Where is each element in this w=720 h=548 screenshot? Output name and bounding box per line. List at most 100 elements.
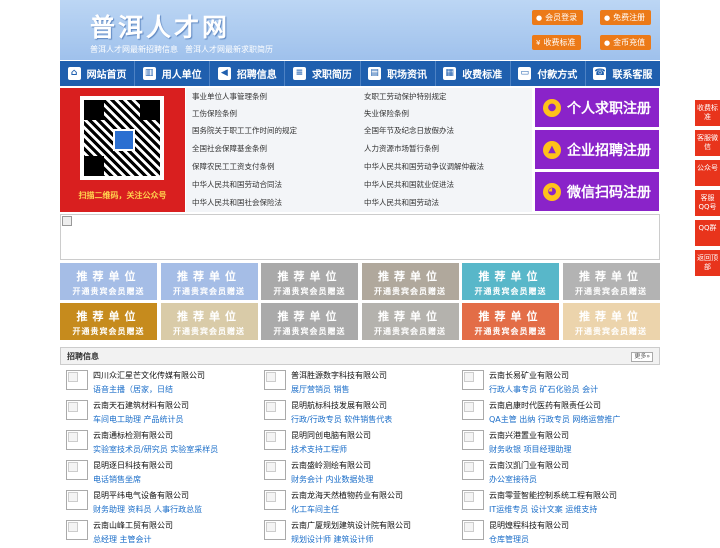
company-logo-image[interactable] bbox=[462, 400, 484, 420]
nav-fees[interactable]: ▦ 收费标准 bbox=[436, 61, 511, 86]
company-logo-image[interactable] bbox=[264, 460, 286, 480]
company-name-link[interactable]: 云南广厦规划建筑设计院有限公司 bbox=[291, 520, 411, 531]
nav-news[interactable]: ▤ 职场资讯 bbox=[361, 61, 436, 86]
company-name-link[interactable]: 昆明航标科技发展有限公司 bbox=[291, 400, 387, 411]
recommended-unit-slot[interactable]: 推荐单位 开通贵宾会员赠送 bbox=[261, 303, 358, 340]
company-logo-image[interactable] bbox=[462, 430, 484, 450]
company-logo-image[interactable] bbox=[462, 520, 484, 540]
job-positions-link[interactable]: 技术支持工程师 bbox=[291, 444, 347, 455]
company-logo-image[interactable] bbox=[66, 430, 88, 450]
job-positions-link[interactable]: 车间电工助理 产品统计员 bbox=[93, 414, 184, 425]
recommended-unit-slot[interactable]: 推荐单位 开通贵宾会员赠送 bbox=[361, 263, 459, 300]
company-name-link[interactable]: 昆明逐日科技有限公司 bbox=[93, 460, 173, 471]
recommended-unit-slot[interactable]: 推荐单位 开通贵宾会员赠送 bbox=[462, 303, 559, 340]
company-name-link[interactable]: 昆明同创电脑有限公司 bbox=[291, 430, 371, 441]
policy-link[interactable]: 中华人民共和国劳动合同法 bbox=[192, 176, 282, 194]
job-positions-link[interactable]: 行政/行政专员 软件销售代表 bbox=[291, 414, 392, 425]
company-name-link[interactable]: 云南龙海天然植物药业有限公司 bbox=[291, 490, 403, 501]
recommended-unit-slot[interactable]: 推荐单位 开通贵宾会员赠送 bbox=[462, 263, 559, 300]
policy-link[interactable]: 全国社会保障基金条例 bbox=[192, 140, 267, 158]
company-logo-image[interactable] bbox=[264, 430, 286, 450]
sidebar-official-account-button[interactable]: 公众号 bbox=[695, 160, 720, 186]
policy-link[interactable]: 中华人民共和国劳动法 bbox=[364, 194, 439, 212]
policy-link[interactable]: 保障农民工工资支付条例 bbox=[192, 158, 275, 176]
job-positions-link[interactable]: IT运维专员 设计文案 运维支持 bbox=[489, 504, 597, 515]
company-logo-image[interactable] bbox=[264, 400, 286, 420]
company-logo-image[interactable] bbox=[264, 490, 286, 510]
nav-contact[interactable]: ☎ 联系客服 bbox=[586, 61, 660, 86]
company-logo-image[interactable] bbox=[462, 370, 484, 390]
coin-recharge-button[interactable]: ● 金币充值 bbox=[600, 35, 652, 50]
more-jobs-button[interactable]: 更多» bbox=[631, 352, 653, 362]
recommended-unit-slot[interactable]: 推荐单位 开通贵宾会员赠送 bbox=[361, 303, 459, 340]
job-positions-link[interactable]: 实验室技术员/研究员 实验室采样员 bbox=[93, 444, 218, 455]
nav-payment[interactable]: ▭ 付款方式 bbox=[511, 61, 586, 86]
sidebar-fees-button[interactable]: 收费标准 bbox=[695, 100, 720, 126]
company-logo-image[interactable] bbox=[462, 460, 484, 480]
register-button[interactable]: ● 免费注册 bbox=[600, 10, 652, 25]
company-name-link[interactable]: 昆明平纬电气设备有限公司 bbox=[93, 490, 189, 501]
login-button[interactable]: ● 会员登录 bbox=[532, 10, 584, 25]
job-positions-link[interactable]: QA主管 出纳 行政专员 网络运营推广 bbox=[489, 414, 620, 425]
nav-resumes[interactable]: ≡ 求职简历 bbox=[285, 61, 361, 86]
policy-link[interactable]: 女职工劳动保护特别规定 bbox=[364, 88, 447, 106]
company-logo-image[interactable] bbox=[66, 490, 88, 510]
recommended-unit-slot[interactable]: 推荐单位 开通贵宾会员赠送 bbox=[60, 263, 157, 300]
policy-link[interactable]: 中华人民共和国社会保险法 bbox=[192, 194, 282, 212]
company-name-link[interactable]: 云南山峰工贸有限公司 bbox=[93, 520, 173, 531]
job-positions-link[interactable]: 电话销售坐席 bbox=[93, 474, 141, 485]
job-positions-link[interactable]: 语音主播（居家，日结 bbox=[93, 384, 173, 395]
recommended-unit-slot[interactable]: 推荐单位 开通贵宾会员赠送 bbox=[160, 263, 258, 300]
company-name-link[interactable]: 云南天石建筑材料有限公司 bbox=[93, 400, 189, 411]
policy-link[interactable]: 国务院关于职工工作时间的规定 bbox=[192, 122, 297, 140]
recommended-unit-slot[interactable]: 推荐单位 开通贵宾会员赠送 bbox=[261, 263, 358, 300]
job-positions-link[interactable]: 财务收银 项目经理助理 bbox=[489, 444, 572, 455]
policy-link[interactable]: 失业保险条例 bbox=[364, 105, 409, 123]
job-positions-link[interactable]: 展厅营销员 销售 bbox=[291, 384, 350, 395]
policy-link[interactable]: 人力资源市场暂行条例 bbox=[364, 140, 439, 158]
company-register-button[interactable]: ▲ 企业招聘注册 bbox=[535, 130, 659, 169]
recommended-unit-slot[interactable]: 推荐单位 开通贵宾会员赠送 bbox=[160, 303, 258, 340]
job-positions-link[interactable]: 化工车间主任 bbox=[291, 504, 339, 515]
recommended-unit-slot[interactable]: 推荐单位 开通贵宾会员赠送 bbox=[562, 303, 660, 340]
subtitle-link-resumes[interactable]: 普洱人才网最新求职简历 bbox=[185, 45, 273, 54]
policy-link[interactable]: 工伤保险条例 bbox=[192, 105, 237, 123]
job-positions-link[interactable]: 财务会计 内业数据处理 bbox=[291, 474, 374, 485]
subtitle-link-jobs[interactable]: 普洱人才网最新招聘信息 bbox=[90, 45, 178, 54]
company-name-link[interactable]: 云南盛岭测绘有限公司 bbox=[291, 460, 371, 471]
company-logo-image[interactable] bbox=[462, 490, 484, 510]
banner-image[interactable] bbox=[60, 214, 660, 260]
wechat-register-button[interactable]: ◕ 微信扫码注册 bbox=[535, 172, 659, 211]
personal-register-button[interactable]: ● 个人求职注册 bbox=[535, 88, 659, 127]
company-name-link[interactable]: 云南通标检测有限公司 bbox=[93, 430, 173, 441]
job-positions-link[interactable]: 办公室接待员 bbox=[489, 474, 537, 485]
job-positions-link[interactable]: 行政人事专员 矿石化验员 会计 bbox=[489, 384, 598, 395]
company-name-link[interactable]: 昆明煌程科技有限公司 bbox=[489, 520, 569, 531]
policy-link[interactable]: 事业单位人事管理条例 bbox=[192, 88, 267, 106]
company-name-link[interactable]: 云南兴港置业有限公司 bbox=[489, 430, 569, 441]
sidebar-wechat-button[interactable]: 客服微信 bbox=[695, 130, 720, 156]
company-logo-image[interactable] bbox=[66, 400, 88, 420]
company-name-link[interactable]: 云南启康时代医药有限责任公司 bbox=[489, 400, 601, 411]
company-logo-image[interactable] bbox=[264, 520, 286, 540]
policy-link[interactable]: 中华人民共和国就业促进法 bbox=[364, 176, 454, 194]
company-name-link[interactable]: 云南零萱智能控制系统工程有限公司 bbox=[489, 490, 617, 501]
nav-employers[interactable]: ▥ 用人单位 bbox=[135, 61, 211, 86]
company-logo-image[interactable] bbox=[66, 370, 88, 390]
job-positions-link[interactable]: 财务助理 资料员 人事行政总监 bbox=[93, 504, 202, 515]
sidebar-qq-button[interactable]: 客服QQ号 bbox=[695, 190, 720, 216]
company-logo-image[interactable] bbox=[66, 520, 88, 540]
company-logo-image[interactable] bbox=[264, 370, 286, 390]
company-name-link[interactable]: 普洱胜源数字科技有限公司 bbox=[291, 370, 387, 381]
fee-standard-button[interactable]: ¥ 收费标准 bbox=[532, 35, 582, 50]
nav-home[interactable]: ⌂ 网站首页 bbox=[60, 61, 136, 86]
site-logo-title[interactable]: 普洱人才网 bbox=[90, 8, 230, 44]
policy-link[interactable]: 全国年节及纪念日放假办法 bbox=[364, 122, 454, 140]
recommended-unit-slot[interactable]: 推荐单位 开通贵宾会员赠送 bbox=[562, 263, 660, 300]
company-name-link[interactable]: 四川众汇星芒文化传媒有限公司 bbox=[93, 370, 205, 381]
recommended-unit-slot[interactable]: 推荐单位 开通贵宾会员赠送 bbox=[60, 303, 157, 340]
policy-link[interactable]: 中华人民共和国劳动争议调解仲裁法 bbox=[364, 158, 484, 176]
company-logo-image[interactable] bbox=[66, 460, 88, 480]
sidebar-qq-group-button[interactable]: QQ群 bbox=[695, 220, 720, 246]
back-to-top-button[interactable]: 返回顶部 bbox=[695, 250, 720, 276]
